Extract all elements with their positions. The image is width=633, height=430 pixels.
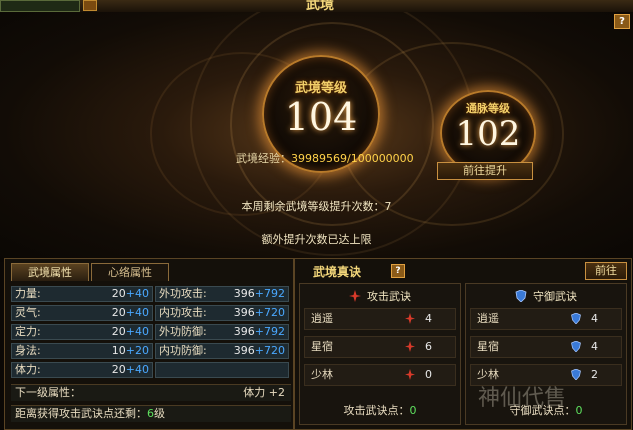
distance-to-point: 距离获得攻击武诀点还剩：6级 xyxy=(11,405,291,422)
attack-skill-row[interactable]: 星宿 6 xyxy=(304,336,456,358)
skill-help-icon[interactable]: ? xyxy=(391,264,405,278)
attribute-panel: 武境属性 心络属性 力量: 20+40 灵气: 20+40 定力: 20+40 身法:… xyxy=(4,258,294,430)
hero-panel: 武境等级 104 通脉等级 102 xyxy=(0,12,633,262)
defense-skill-row[interactable]: 星宿 4 xyxy=(470,336,622,358)
wujing-exp: 武境经验：39989569/100000000 xyxy=(236,150,414,166)
goto-upgrade-button[interactable]: 前往提升 xyxy=(437,162,533,180)
shield-icon xyxy=(571,369,581,380)
next-level-attr: 下一级属性： 体力 +2 xyxy=(11,384,291,401)
extra-upgrades-text: 额外提升次数已达上限 xyxy=(261,233,372,246)
watermark: 神仙代售 xyxy=(478,386,567,411)
tab-xinluo-attributes[interactable]: 心络属性 xyxy=(91,263,169,281)
attack-icon xyxy=(349,290,361,302)
defense-skill-row[interactable]: 逍遥 4 xyxy=(470,308,622,330)
attr-row: 身法: 10+20 xyxy=(11,343,153,359)
skill-panel: 武境真诀 ? 前往 攻击武诀 逍遥 4 星宿 6 少林 0 攻击武诀点：0 守御武诀 … xyxy=(294,258,632,430)
attack-icon xyxy=(405,341,415,352)
attack-skill-column: 攻击武诀 逍遥 4 星宿 6 少林 0 攻击武诀点：0 xyxy=(299,283,461,425)
attack-skill-row[interactable]: 少林 0 xyxy=(304,364,456,386)
exp-label: 武境经验： xyxy=(236,152,291,165)
skill-panel-title: 武境真诀 xyxy=(313,265,362,279)
distance-suffix: 级 xyxy=(154,407,165,420)
combat-row: 内功攻击: 396+720 xyxy=(155,305,289,321)
next-level-label: 下一级属性： xyxy=(15,386,81,399)
empty-row xyxy=(155,362,289,378)
attack-skill-header: 攻击武诀 xyxy=(300,288,460,304)
attr-row: 定力: 20+40 xyxy=(11,324,153,340)
skill-goto-button[interactable]: 前往 xyxy=(585,262,627,280)
attack-points: 攻击武诀点：0 xyxy=(343,404,417,417)
top-left-button[interactable] xyxy=(0,0,80,12)
attr-row: 力量: 20+40 xyxy=(11,286,153,302)
attack-icon xyxy=(405,369,415,380)
shield-icon xyxy=(571,313,581,324)
next-level-value: 体力 +2 xyxy=(243,386,285,399)
wujing-level-value: 104 xyxy=(284,95,358,139)
attack-icon xyxy=(405,313,415,324)
weekly-upgrades-text: 本周剩余武境等级提升次数：7 xyxy=(241,200,392,213)
tab-wujing-attributes[interactable]: 武境属性 xyxy=(11,263,89,281)
top-help-icon[interactable] xyxy=(83,0,97,11)
combat-row: 外功攻击: 396+792 xyxy=(155,286,289,302)
combat-row: 内功防御: 396+720 xyxy=(155,343,289,359)
defense-skill-header: 守御武诀 xyxy=(466,288,626,304)
attr-row: 体力: 20+40 xyxy=(11,362,153,378)
wujing-level-label: 武境等级 xyxy=(294,81,347,96)
help-icon[interactable]: ? xyxy=(614,14,630,29)
shield-icon xyxy=(515,290,527,302)
distance-value: 6 xyxy=(147,407,154,420)
attr-row: 灵气: 20+40 xyxy=(11,305,153,321)
combat-row: 外功防御: 396+792 xyxy=(155,324,289,340)
tongmai-level-value: 102 xyxy=(455,114,521,154)
distance-label: 距离获得攻击武诀点还剩： xyxy=(15,407,147,420)
attack-skill-row[interactable]: 逍遥 4 xyxy=(304,308,456,330)
exp-value: 39989569/100000000 xyxy=(291,152,414,165)
shield-icon xyxy=(571,341,581,352)
